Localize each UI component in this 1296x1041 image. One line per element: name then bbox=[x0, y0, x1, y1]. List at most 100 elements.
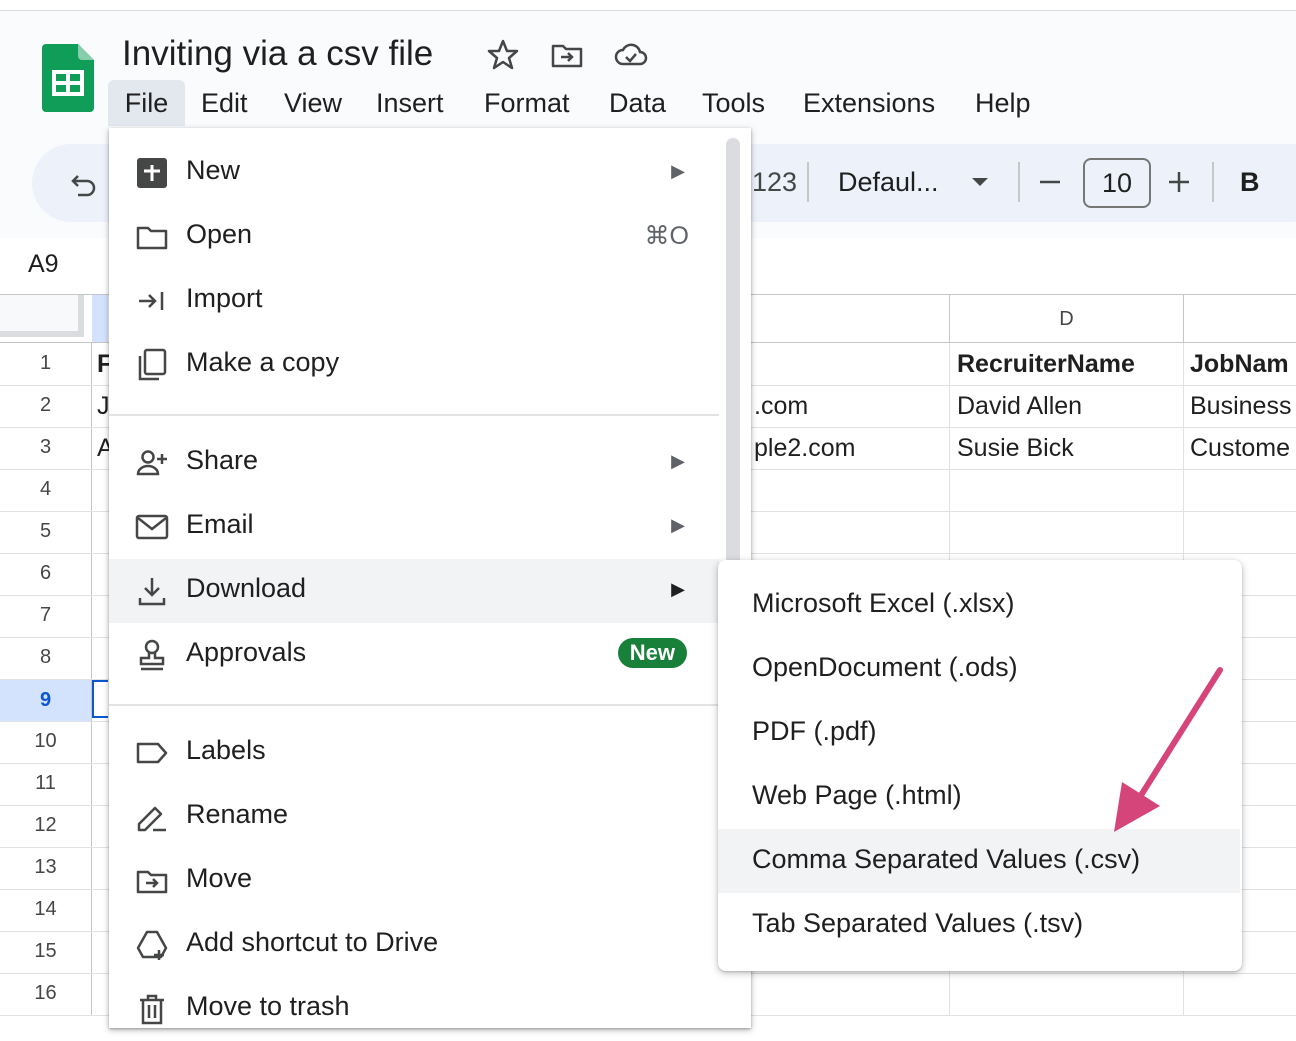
row-header[interactable]: 4 bbox=[0, 478, 91, 501]
dropdown-arrow-icon[interactable] bbox=[970, 176, 990, 188]
trash-icon bbox=[140, 994, 164, 1025]
row-header-selected[interactable]: 9 bbox=[0, 680, 91, 721]
copy-icon bbox=[138, 348, 167, 381]
row-header[interactable]: 7 bbox=[0, 604, 91, 627]
menu-extensions[interactable]: Extensions bbox=[803, 80, 935, 126]
decrease-font-size-icon[interactable] bbox=[1038, 170, 1062, 194]
file-menu-add-shortcut-label: Add shortcut to Drive bbox=[186, 927, 439, 957]
file-menu-labels[interactable]: Labels bbox=[109, 721, 719, 785]
download-pdf-label: PDF (.pdf) bbox=[752, 716, 877, 746]
undo-icon[interactable] bbox=[68, 168, 100, 200]
file-menu-approvals-label: Approvals bbox=[186, 637, 307, 667]
cell-d2[interactable]: David Allen bbox=[957, 392, 1082, 421]
file-menu-share[interactable]: Share ▶ bbox=[109, 431, 719, 495]
file-menu-labels-label: Labels bbox=[186, 735, 266, 765]
file-menu-new[interactable]: New ▶ bbox=[109, 141, 719, 205]
menu-help[interactable]: Help bbox=[975, 80, 1031, 126]
move-folder-icon bbox=[136, 870, 168, 894]
file-menu: New ▶ Open ⌘O Import Make a copy Share ▶ bbox=[109, 128, 751, 1028]
cell-d3[interactable]: Susie Bick bbox=[957, 434, 1074, 463]
file-menu-rename[interactable]: Rename bbox=[109, 785, 719, 849]
cell-d1[interactable]: RecruiterName bbox=[957, 350, 1135, 379]
menu-edit[interactable]: Edit bbox=[201, 80, 248, 126]
document-title[interactable]: Inviting via a csv file bbox=[122, 34, 433, 74]
file-menu-make-copy-label: Make a copy bbox=[186, 347, 340, 377]
file-menu-move-label: Move bbox=[186, 863, 253, 893]
import-icon bbox=[139, 292, 164, 310]
menu-data[interactable]: Data bbox=[609, 80, 666, 126]
cloud-saved-icon[interactable] bbox=[614, 38, 648, 72]
name-box[interactable]: A9 bbox=[28, 250, 59, 279]
approvals-stamp-icon bbox=[139, 639, 165, 671]
row-header[interactable]: 15 bbox=[0, 940, 91, 963]
file-menu-download-label: Download bbox=[186, 573, 307, 603]
row-header[interactable]: 11 bbox=[0, 772, 91, 795]
number-format-button[interactable]: 123 bbox=[752, 167, 797, 198]
row-header[interactable]: 12 bbox=[0, 814, 91, 837]
file-menu-add-shortcut[interactable]: Add shortcut to Drive bbox=[109, 913, 719, 977]
download-icon bbox=[138, 578, 166, 606]
star-icon[interactable] bbox=[486, 38, 520, 72]
menu-insert[interactable]: Insert bbox=[376, 80, 444, 126]
file-menu-rename-label: Rename bbox=[186, 799, 289, 829]
menu-file[interactable]: File bbox=[108, 80, 185, 126]
file-menu-import[interactable]: Import bbox=[109, 269, 719, 333]
row-header[interactable]: 10 bbox=[0, 730, 91, 753]
file-menu-share-label: Share bbox=[186, 445, 259, 475]
menu-tools[interactable]: Tools bbox=[702, 80, 765, 126]
submenu-arrow-icon: ▶ bbox=[671, 451, 685, 471]
column-header-a[interactable] bbox=[92, 295, 108, 343]
font-family-select[interactable]: Defaul... bbox=[838, 167, 939, 198]
row-header[interactable]: 2 bbox=[0, 394, 91, 417]
font-size-input[interactable]: 10 bbox=[1083, 158, 1151, 208]
file-menu-new-label: New bbox=[186, 155, 241, 185]
row-header[interactable]: 1 bbox=[0, 352, 91, 375]
column-header-d[interactable]: D bbox=[949, 295, 1183, 343]
row-header[interactable]: 6 bbox=[0, 562, 91, 585]
file-menu-move[interactable]: Move bbox=[109, 849, 719, 913]
toolbar-separator bbox=[1212, 162, 1214, 202]
row-header[interactable]: 8 bbox=[0, 646, 91, 669]
file-menu-approvals[interactable]: Approvals New bbox=[109, 623, 719, 687]
selected-cell-a9[interactable] bbox=[92, 680, 108, 718]
select-all-corner[interactable] bbox=[0, 295, 84, 337]
file-menu-download[interactable]: Download ▶ bbox=[109, 559, 719, 623]
download-tsv[interactable]: Tab Separated Values (.tsv) bbox=[718, 893, 1240, 957]
cell-a2[interactable]: J bbox=[97, 392, 110, 421]
download-xlsx[interactable]: Microsoft Excel (.xlsx) bbox=[718, 573, 1240, 637]
row-header[interactable]: 3 bbox=[0, 436, 91, 459]
bold-button[interactable]: B bbox=[1240, 167, 1260, 198]
rename-pencil-icon bbox=[137, 806, 166, 832]
annotation-arrow-icon bbox=[1114, 667, 1223, 832]
row-header[interactable]: 13 bbox=[0, 856, 91, 879]
file-menu-move-to-trash-label: Move to trash bbox=[186, 991, 350, 1021]
sheets-logo-icon[interactable] bbox=[42, 44, 94, 112]
menu-scrollbar[interactable] bbox=[726, 138, 740, 618]
download-xlsx-label: Microsoft Excel (.xlsx) bbox=[752, 588, 1015, 618]
email-icon bbox=[135, 514, 169, 540]
download-ods-label: OpenDocument (.ods) bbox=[752, 652, 1018, 682]
cell-c2[interactable]: .com bbox=[754, 392, 808, 421]
menu-format[interactable]: Format bbox=[484, 80, 570, 126]
new-sheet-icon bbox=[137, 158, 167, 188]
file-menu-move-to-trash[interactable]: Move to trash bbox=[109, 977, 719, 1041]
move-folder-icon[interactable] bbox=[550, 38, 584, 72]
label-tag-icon bbox=[136, 742, 168, 764]
cell-e3[interactable]: Custome bbox=[1190, 434, 1290, 463]
increase-font-size-icon[interactable] bbox=[1167, 170, 1191, 194]
file-menu-open[interactable]: Open ⌘O bbox=[109, 205, 719, 269]
drive-shortcut-icon bbox=[136, 930, 168, 960]
column-header-e[interactable] bbox=[1183, 295, 1296, 343]
cell-e1[interactable]: JobNam bbox=[1190, 350, 1289, 379]
row-header[interactable]: 14 bbox=[0, 898, 91, 921]
row-header[interactable]: 5 bbox=[0, 520, 91, 543]
file-menu-email[interactable]: Email ▶ bbox=[109, 495, 719, 559]
cell-c3[interactable]: ple2.com bbox=[754, 434, 855, 463]
new-badge: New bbox=[617, 638, 687, 668]
menu-view[interactable]: View bbox=[284, 80, 342, 126]
file-menu-make-copy[interactable]: Make a copy bbox=[109, 333, 719, 397]
submenu-arrow-icon: ▶ bbox=[671, 579, 685, 599]
row-header[interactable]: 16 bbox=[0, 982, 91, 1005]
cell-e2[interactable]: Business bbox=[1190, 392, 1291, 421]
menu-divider bbox=[109, 704, 719, 706]
